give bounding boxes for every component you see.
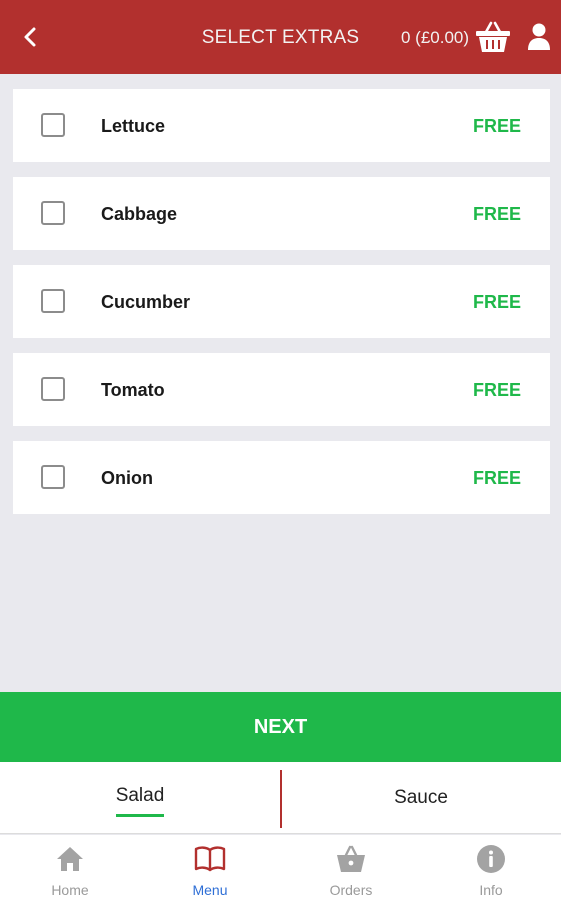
extra-price: FREE	[472, 468, 521, 488]
checkbox[interactable]	[41, 201, 65, 225]
extra-name: Lettuce	[101, 116, 166, 136]
nav-item-menu[interactable]: Menu	[140, 835, 280, 900]
nav-label: Info	[479, 882, 503, 898]
cart-summary[interactable]: 0 (£0.00)	[401, 28, 469, 48]
extra-price: FREE	[472, 204, 521, 224]
extra-item-cucumber[interactable]: Cucumber FREE	[13, 265, 550, 338]
bottom-navigation: Home Menu Orders Info	[0, 835, 561, 900]
extra-name: Onion	[101, 468, 153, 488]
nav-label: Orders	[329, 882, 373, 898]
extra-name: Cucumber	[101, 292, 191, 312]
checkbox[interactable]	[41, 113, 65, 137]
menu-book-icon	[194, 844, 226, 874]
extra-name: Cabbage	[101, 204, 178, 224]
nav-item-orders[interactable]: Orders	[281, 835, 421, 900]
extra-name: Tomato	[101, 380, 165, 400]
top-app-bar: SELECT EXTRAS 0 (£0.00)	[0, 0, 561, 74]
checkbox[interactable]	[41, 465, 65, 489]
checkbox[interactable]	[41, 377, 65, 401]
extra-price: FREE	[472, 116, 521, 136]
tab-label-text: Sauce	[394, 787, 448, 808]
user-button[interactable]	[526, 22, 552, 52]
user-icon	[528, 23, 550, 50]
step-tabs: Salad Sauce	[0, 762, 561, 834]
checkbox[interactable]	[41, 289, 65, 313]
tab-label-text: Salad	[115, 785, 165, 806]
extra-item-lettuce[interactable]: Lettuce FREE	[13, 89, 550, 162]
tab-salad[interactable]: Salad	[0, 762, 280, 834]
extras-list: Lettuce FREE Cabbage FREE Cucumber FREE …	[13, 89, 550, 529]
nav-label: Menu	[192, 882, 228, 898]
extra-price: FREE	[472, 292, 521, 312]
extra-item-cabbage[interactable]: Cabbage FREE	[13, 177, 550, 250]
tab-sauce[interactable]: Sauce	[281, 762, 561, 834]
extra-item-tomato[interactable]: Tomato FREE	[13, 353, 550, 426]
next-button[interactable]: NEXT	[0, 692, 561, 762]
basket-button[interactable]	[474, 20, 512, 54]
home-icon	[54, 844, 86, 874]
extra-price: FREE	[472, 380, 521, 400]
tab-label: Salad	[115, 785, 165, 817]
basket-icon	[335, 844, 367, 874]
extra-item-onion[interactable]: Onion FREE	[13, 441, 550, 514]
info-icon	[475, 844, 507, 874]
nav-label: Home	[51, 882, 89, 898]
nav-item-home[interactable]: Home	[0, 835, 140, 900]
nav-item-info[interactable]: Info	[421, 835, 561, 900]
active-tab-indicator	[115, 814, 165, 817]
basket-icon	[476, 21, 510, 52]
